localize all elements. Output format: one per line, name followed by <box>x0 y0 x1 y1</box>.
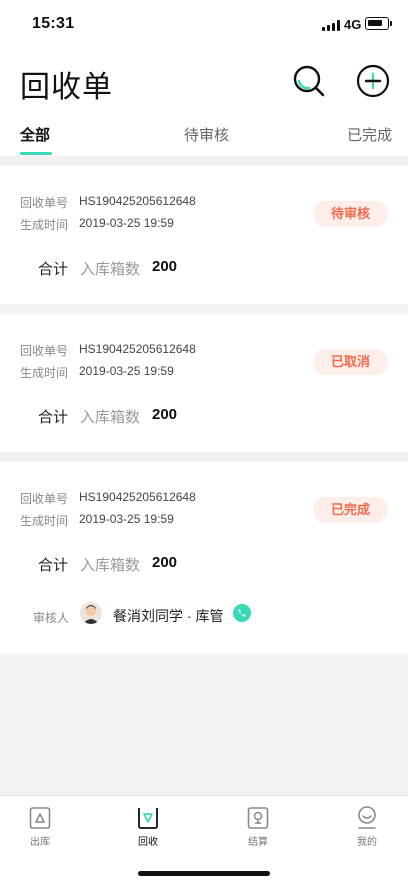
network-type: 4G <box>344 17 362 32</box>
nav-label-outbound: 出库 <box>30 837 50 848</box>
order-number: HS190425205612648 <box>79 194 196 208</box>
profile-icon <box>358 806 376 829</box>
nav-profile[interactable]: 我的 <box>337 806 397 848</box>
plus-circle-icon <box>356 64 390 98</box>
created-time-label: 生成时间 <box>20 514 69 528</box>
avatar <box>80 602 102 624</box>
signal-icon <box>322 20 340 31</box>
order-card[interactable]: 回收单号 HS190425205612648 生成时间 2019-03-25 1… <box>0 314 408 452</box>
tab-all[interactable]: 全部 <box>20 124 50 145</box>
order-number: HS190425205612648 <box>79 342 196 356</box>
order-number: HS190425205612648 <box>79 490 196 504</box>
status-badge: 已取消 <box>313 349 388 375</box>
box-count-label: 入库箱数 <box>80 409 141 426</box>
search-icon <box>293 65 325 97</box>
box-count-label: 入库箱数 <box>80 261 141 278</box>
phone-icon <box>238 609 246 617</box>
tab-pending[interactable]: 待审核 <box>184 124 229 145</box>
nav-label-recycle: 回收 <box>138 837 158 848</box>
box-count: 200 <box>152 258 178 275</box>
order-list: 回收单号 HS190425205612648 生成时间 2019-03-25 1… <box>0 156 408 654</box>
order-card[interactable]: 回收单号 HS190425205612648 生成时间 2019-03-25 1… <box>0 166 408 304</box>
search-button[interactable] <box>292 64 326 98</box>
created-time: 2019-03-25 19:59 <box>79 512 174 526</box>
total-label: 合计 <box>38 557 69 574</box>
auditor-name: 餐消刘同学 · 库管 <box>113 608 224 624</box>
settle-icon <box>247 807 269 829</box>
box-count: 200 <box>152 554 178 571</box>
order-number-label: 回收单号 <box>20 344 69 358</box>
nav-settlement[interactable]: 结算 <box>228 806 288 848</box>
created-time: 2019-03-25 19:59 <box>79 216 174 230</box>
header: 回收单 全部 待审核 已完成 <box>0 48 408 156</box>
add-button[interactable] <box>356 64 390 98</box>
tab-active-indicator <box>20 152 52 155</box>
order-number-label: 回收单号 <box>20 492 69 506</box>
nav-label-profile: 我的 <box>357 837 377 848</box>
order-number-label: 回收单号 <box>20 196 69 210</box>
created-time: 2019-03-25 19:59 <box>79 364 174 378</box>
order-card[interactable]: 回收单号 HS190425205612648 生成时间 2019-03-25 1… <box>0 462 408 654</box>
recycle-icon <box>138 808 158 829</box>
created-time-label: 生成时间 <box>20 218 69 232</box>
bottom-nav: 出库 回收 结算 我的 <box>0 795 408 883</box>
box-count-label: 入库箱数 <box>80 557 141 574</box>
call-auditor-button[interactable] <box>233 604 251 622</box>
battery-icon <box>365 17 392 30</box>
page-title: 回收单 <box>20 71 113 104</box>
box-count: 200 <box>152 406 178 423</box>
tab-completed[interactable]: 已完成 <box>347 124 392 145</box>
status-badge: 已完成 <box>313 497 388 523</box>
outbound-icon <box>29 807 51 829</box>
created-time-label: 生成时间 <box>20 366 69 380</box>
nav-outbound[interactable]: 出库 <box>10 806 70 848</box>
status-bar: 15:31 4G <box>0 0 408 48</box>
nav-recycle[interactable]: 回收 <box>118 806 178 848</box>
total-label: 合计 <box>38 409 69 426</box>
home-indicator <box>138 871 270 876</box>
filter-tabs: 全部 待审核 已完成 <box>0 120 408 156</box>
status-badge: 待审核 <box>313 201 388 227</box>
auditor-label: 审核人 <box>33 611 70 625</box>
total-label: 合计 <box>38 261 69 278</box>
nav-label-settlement: 结算 <box>248 837 268 848</box>
status-time: 15:31 <box>32 15 75 32</box>
